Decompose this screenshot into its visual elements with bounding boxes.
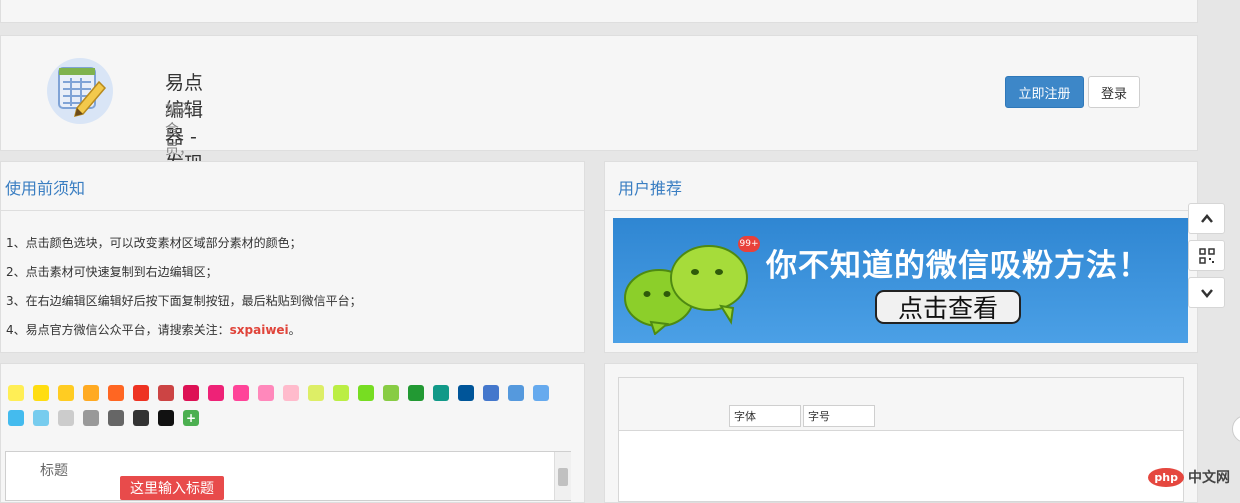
- color-swatch[interactable]: [458, 385, 474, 401]
- account-highlight: sxpaiwei: [229, 323, 289, 337]
- color-swatch[interactable]: [8, 385, 24, 401]
- color-swatch[interactable]: [8, 410, 24, 426]
- color-swatch[interactable]: [533, 385, 549, 401]
- color-swatch[interactable]: [233, 385, 249, 401]
- qr-code-icon: [1198, 247, 1215, 264]
- color-swatch[interactable]: [58, 410, 74, 426]
- color-swatch[interactable]: [433, 385, 449, 401]
- color-swatch[interactable]: [183, 385, 199, 401]
- color-swatch[interactable]: [258, 385, 274, 401]
- login-button[interactable]: 登录: [1088, 76, 1140, 108]
- editor-logo-icon: [47, 58, 113, 124]
- notice-list: 1、点击颜色选块，可以改变素材区域部分素材的颜色； 2、点击素材可快速复制到右边…: [6, 234, 362, 350]
- add-color-button[interactable]: +: [183, 410, 199, 426]
- chevron-down-icon: [1200, 288, 1213, 298]
- banner-headline: 你不知道的微信吸粉方法！: [766, 248, 1150, 284]
- color-swatch[interactable]: [83, 385, 99, 401]
- color-swatch[interactable]: [58, 385, 74, 401]
- list-item: 4、易点官方微信公众平台，请搜索关注：sxpaiwei。: [6, 321, 362, 350]
- color-swatch[interactable]: [158, 385, 174, 401]
- color-swatch[interactable]: [383, 385, 399, 401]
- qr-code-button[interactable]: [1188, 240, 1225, 271]
- scroll-down-button[interactable]: [1188, 277, 1225, 308]
- title-input-tag[interactable]: 这里输入标题: [120, 476, 224, 500]
- register-button[interactable]: 立即注册: [1005, 76, 1084, 108]
- color-swatches: +: [8, 385, 568, 435]
- color-swatch[interactable]: [408, 385, 424, 401]
- material-scrollbar[interactable]: [554, 452, 571, 500]
- color-swatch[interactable]: [483, 385, 499, 401]
- color-swatch[interactable]: [33, 410, 49, 426]
- notice-divider: [1, 210, 584, 211]
- list-item: 1、点击颜色选块，可以改变素材区域部分素材的颜色；: [6, 236, 302, 250]
- material-area[interactable]: 标题 这里输入标题: [5, 451, 571, 501]
- recommend-header: 用户推荐: [618, 179, 683, 198]
- top-strip: [0, 0, 1198, 23]
- chevron-up-icon: [1200, 213, 1213, 223]
- banner-cta-button[interactable]: 点击查看: [875, 290, 1021, 324]
- watermark-text: 中文网: [1188, 470, 1230, 486]
- color-swatch[interactable]: [208, 385, 224, 401]
- color-swatch[interactable]: [333, 385, 349, 401]
- notice-panel: 1、点击颜色选块，可以改变素材区域部分素材的颜色； 2、点击素材可快速复制到右边…: [0, 161, 585, 353]
- color-swatch[interactable]: [158, 410, 174, 426]
- font-size-select[interactable]: 字号: [803, 405, 875, 427]
- scrollbar-thumb[interactable]: [558, 468, 568, 486]
- color-swatch[interactable]: [283, 385, 299, 401]
- list-item: 2、点击素材可快速复制到右边编辑区；: [6, 265, 218, 279]
- watermark-logo: php: [1148, 467, 1184, 487]
- wechat-bubbles-icon: [624, 245, 748, 335]
- scroll-up-button[interactable]: [1188, 203, 1225, 234]
- side-handle[interactable]: [1232, 415, 1240, 443]
- notice-header: 使用前须知: [5, 179, 86, 198]
- color-swatch[interactable]: [508, 385, 524, 401]
- color-swatch[interactable]: [33, 385, 49, 401]
- color-swatch[interactable]: [308, 385, 324, 401]
- list-item: 3、在右边编辑区编辑好后按下面复制按钮，最后粘贴到微信平台；: [6, 294, 362, 308]
- color-swatch[interactable]: [83, 410, 99, 426]
- color-swatch[interactable]: [108, 385, 124, 401]
- editor-toolbar: 字体 字号: [619, 378, 1183, 431]
- editor-frame[interactable]: 字体 字号: [618, 377, 1184, 502]
- notice-period: 。: [288, 323, 301, 337]
- notice-item-text: 4、易点官方微信公众平台，请搜索关注：: [6, 323, 230, 337]
- color-swatch[interactable]: [108, 410, 124, 426]
- font-family-select[interactable]: 字体: [729, 405, 801, 427]
- php-cn-watermark: php 中文网: [1148, 467, 1230, 487]
- color-swatch[interactable]: [358, 385, 374, 401]
- notification-badge: 99+: [738, 236, 760, 252]
- section-label: 标题: [40, 463, 68, 479]
- wechat-banner[interactable]: 99+ 你不知道的微信吸粉方法！ 点击查看: [613, 218, 1188, 343]
- color-swatch[interactable]: [133, 385, 149, 401]
- recommend-divider: [605, 210, 1197, 211]
- color-swatch[interactable]: [133, 410, 149, 426]
